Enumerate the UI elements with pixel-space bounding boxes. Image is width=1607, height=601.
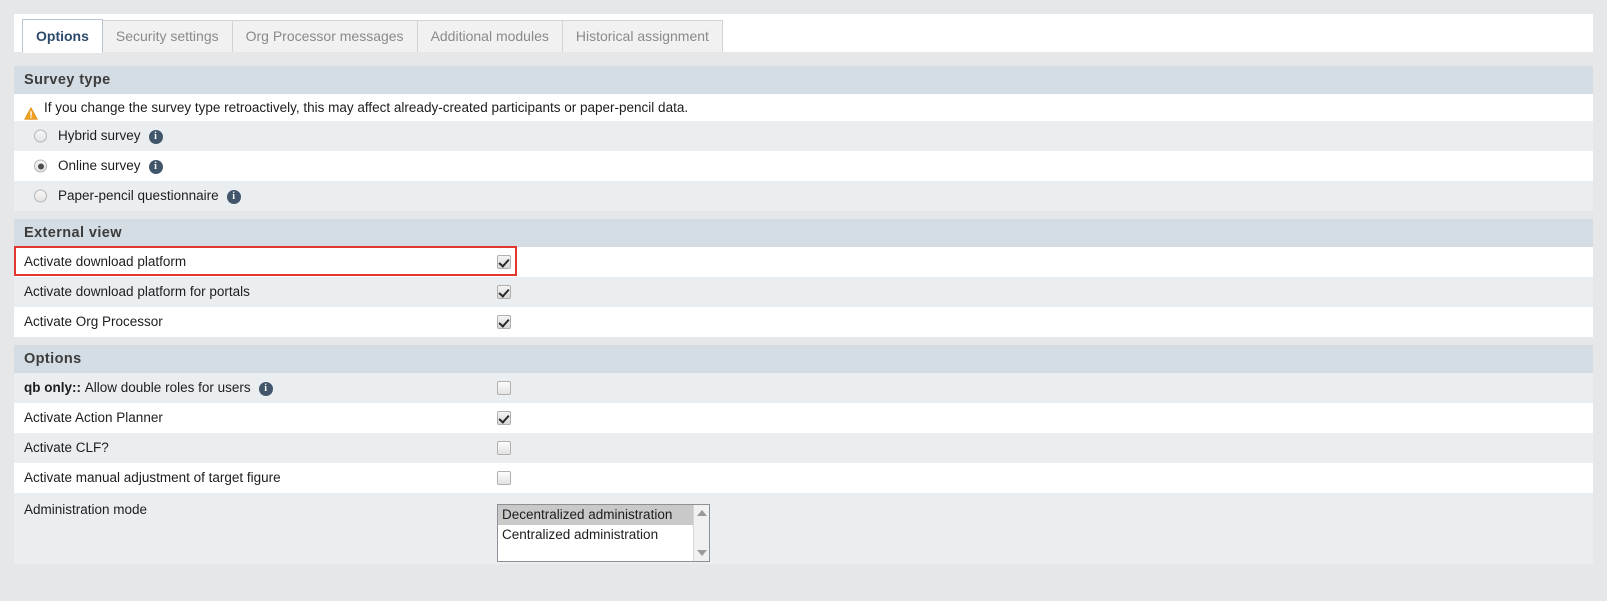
row-label: Activate Action Planner — [24, 403, 163, 433]
tab-org-processor-messages[interactable]: Org Processor messages — [231, 20, 418, 52]
row-text: Activate manual adjustment of target fig… — [24, 470, 281, 485]
survey-type-option-paper-pencil-label-wrap: Paper-pencil questionnaire i — [58, 181, 241, 211]
row-activate-download-platform[interactable]: Activate download platform — [14, 246, 1593, 277]
row-text: Administration mode — [24, 502, 148, 517]
option-decentralized-administration[interactable]: Decentralized administration — [498, 505, 693, 525]
survey-type-warning-row: If you change the survey type retroactiv… — [14, 94, 1593, 121]
tab-strip: Options Security settings Org Processor … — [22, 19, 723, 53]
section-header-external-view: External view — [14, 219, 1593, 247]
scroll-up-arrow-icon[interactable] — [697, 510, 707, 516]
option-centralized-administration[interactable]: Centralized administration — [498, 525, 693, 545]
radio-label: Online survey — [58, 158, 141, 173]
info-icon[interactable]: i — [258, 382, 273, 396]
row-label: Administration mode — [24, 495, 147, 525]
row-activate-manual-adjustment[interactable]: Activate manual adjustment of target fig… — [14, 463, 1593, 493]
row-text: Activate download platform for portals — [24, 284, 250, 299]
row-activate-org-processor[interactable]: Activate Org Processor — [14, 307, 1593, 337]
radio-hybrid-survey[interactable] — [34, 129, 47, 143]
row-activate-action-planner[interactable]: Activate Action Planner — [14, 403, 1593, 433]
tab-options[interactable]: Options — [22, 19, 103, 53]
row-text: Activate CLF? — [24, 440, 109, 455]
radio-online-survey[interactable] — [34, 159, 47, 173]
row-label: Activate download platform for portals — [24, 277, 250, 307]
row-allow-double-roles[interactable]: qb only:: Allow double roles for users i — [14, 373, 1593, 403]
administration-mode-listbox[interactable]: Decentralized administration Centralized… — [497, 504, 710, 562]
checkbox-activate-download-platform[interactable] — [497, 255, 511, 269]
checkbox-activate-manual-adjustment-of-target-figure[interactable] — [497, 471, 511, 485]
listbox-scrollbar[interactable] — [693, 505, 709, 561]
tab-label: Org Processor messages — [245, 28, 404, 44]
row-activate-download-platform-portals[interactable]: Activate download platform for portals — [14, 277, 1593, 307]
survey-type-option-paper-pencil[interactable]: Paper-pencil questionnaire i — [14, 181, 1593, 211]
section-header-survey-type: Survey type — [14, 66, 1593, 94]
survey-type-warning: If you change the survey type retroactiv… — [24, 94, 688, 121]
checkbox-activate-action-planner[interactable] — [497, 411, 511, 425]
row-label: Activate download platform — [24, 247, 186, 277]
row-text: Activate download platform — [24, 254, 187, 269]
survey-type-warning-text: If you change the survey type retroactiv… — [44, 100, 689, 115]
section-gap — [14, 211, 1593, 219]
section-header-options: Options — [14, 345, 1593, 373]
row-label: Activate manual adjustment of target fig… — [24, 463, 281, 493]
row-text: Allow double roles for users — [84, 380, 251, 395]
radio-paper-pencil-questionnaire[interactable] — [34, 189, 47, 203]
row-text-bold: qb only:: — [24, 380, 81, 395]
row-text: Activate Action Planner — [24, 410, 163, 425]
info-icon[interactable]: i — [148, 160, 163, 174]
survey-type-option-online[interactable]: Online survey i — [14, 151, 1593, 181]
tab-bar: Options Security settings Org Processor … — [14, 14, 1593, 53]
row-label: Activate CLF? — [24, 433, 109, 463]
row-label: Activate Org Processor — [24, 307, 163, 337]
settings-panel: Survey type If you change the survey typ… — [14, 66, 1593, 564]
tab-label: Options — [36, 28, 89, 44]
checkbox-activate-org-processor[interactable] — [497, 315, 511, 329]
tab-additional-modules[interactable]: Additional modules — [416, 20, 563, 52]
tab-security-settings[interactable]: Security settings — [101, 20, 233, 52]
warning-triangle-icon — [24, 102, 38, 120]
scroll-down-arrow-icon[interactable] — [697, 550, 707, 556]
checkbox-activate-download-platform-for-portals[interactable] — [497, 285, 511, 299]
info-icon[interactable]: i — [226, 190, 241, 204]
tab-historical-assignment[interactable]: Historical assignment — [561, 20, 723, 52]
row-label: qb only:: Allow double roles for users i — [24, 373, 273, 403]
row-activate-clf[interactable]: Activate CLF? — [14, 433, 1593, 463]
info-icon[interactable]: i — [148, 130, 163, 144]
tab-label: Additional modules — [430, 28, 549, 44]
checkbox-allow-double-roles-for-users[interactable] — [497, 381, 511, 395]
survey-type-option-hybrid[interactable]: Hybrid survey i — [14, 121, 1593, 151]
tab-label: Security settings — [115, 28, 219, 44]
row-administration-mode: Administration mode Decentralized admini… — [14, 493, 1593, 564]
radio-label: Paper-pencil questionnaire — [58, 188, 219, 203]
administration-mode-options: Decentralized administration Centralized… — [498, 505, 693, 545]
tab-label: Historical assignment — [575, 28, 709, 44]
radio-label: Hybrid survey — [58, 128, 141, 143]
checkbox-activate-clf[interactable] — [497, 441, 511, 455]
survey-type-option-online-label-wrap: Online survey i — [58, 151, 163, 181]
row-text: Activate Org Processor — [24, 314, 163, 329]
section-gap — [14, 337, 1593, 345]
survey-type-option-hybrid-label-wrap: Hybrid survey i — [58, 121, 163, 151]
